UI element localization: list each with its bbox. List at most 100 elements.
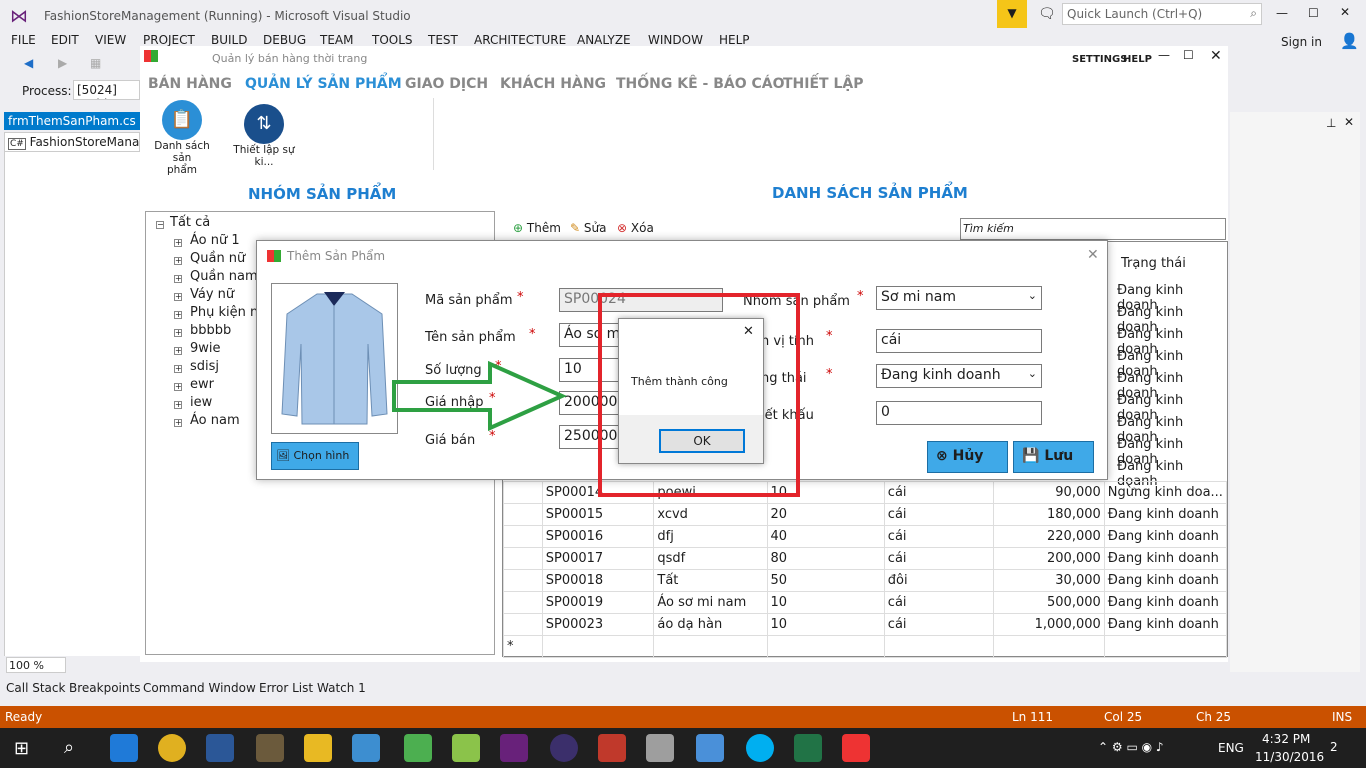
feedback-icon[interactable]: 🗨 (1038, 6, 1056, 22)
table-cell[interactable]: đôi (883, 569, 994, 592)
menu-team[interactable]: TEAM (320, 33, 353, 47)
table-cell[interactable]: 80 (766, 547, 885, 570)
table-cell[interactable] (1103, 635, 1228, 658)
sublime-icon[interactable] (256, 734, 284, 762)
table-cell[interactable]: 90,000 (992, 481, 1105, 504)
forward-icon[interactable]: ▶ (58, 56, 67, 70)
table-cell[interactable]: Đang kinh doanh (1103, 613, 1228, 636)
menu-analyze[interactable]: ANALYZE (577, 33, 631, 47)
tree-item[interactable]: sdisj (190, 359, 219, 374)
delete-action[interactable]: ⊗ Xóa (617, 221, 654, 235)
tab-frmThemSanPham[interactable]: frmThemSanPham.cs (4, 112, 140, 130)
ribbon-product-list-button[interactable]: 📋 Danh sách sản phẩm (144, 100, 220, 176)
table-cell[interactable]: cái (883, 503, 994, 526)
table-cell[interactable] (766, 635, 885, 658)
table-cell[interactable]: cái (883, 525, 994, 548)
settings-link[interactable]: SETTINGS (1072, 54, 1127, 65)
row-header[interactable] (503, 591, 543, 614)
table-cell[interactable]: 10 (766, 613, 885, 636)
app-minimize-button[interactable]: — (1158, 48, 1170, 62)
table-cell[interactable]: Ngừng kinh doa... (1103, 481, 1228, 504)
table-cell[interactable]: 10 (766, 591, 885, 614)
menu-window[interactable]: WINDOW (648, 33, 703, 47)
table-cell[interactable]: Đang kinh doanh (1103, 591, 1228, 614)
menu-build[interactable]: BUILD (211, 33, 247, 47)
row-header[interactable] (503, 503, 543, 526)
app-maximize-button[interactable]: ☐ (1183, 48, 1194, 62)
file-explorer-icon[interactable] (304, 734, 332, 762)
new-row[interactable]: * (503, 635, 1228, 658)
table-cell[interactable]: 220,000 (992, 525, 1105, 548)
eclipse-icon[interactable] (550, 734, 578, 762)
table-row[interactable]: SP00019 Áo sơ mi nam 10 cái 500,000 Đang kinh… (503, 591, 1228, 614)
unit-field[interactable]: cái (876, 329, 1042, 353)
menu-file[interactable]: FILE (11, 33, 36, 47)
excel-icon[interactable] (794, 734, 822, 762)
menu-test[interactable]: TEST (428, 33, 458, 47)
table-row[interactable]: SP00016 dfj 40 cái 220,000 Đang kinh doanh (503, 525, 1228, 548)
app-menu-thong-ke[interactable]: THỐNG KÊ - BÁO CÁO (616, 76, 785, 92)
tab-watch-1[interactable]: Watch 1 (317, 681, 366, 695)
table-row[interactable]: SP00015 xcvd 20 cái 180,000 Đang kinh doanh (503, 503, 1228, 526)
status-cell[interactable]: Đang kinh doanh (1113, 283, 1228, 313)
table-cell[interactable]: SP00023 (541, 613, 655, 636)
tree-item[interactable]: 9wie (190, 341, 221, 356)
solution-dropdown[interactable]: C# FashionStoreManage (4, 132, 140, 152)
tree-expand-icon[interactable]: + (174, 239, 182, 247)
close-button[interactable]: ✕ (1340, 5, 1350, 19)
notification-flag-icon[interactable]: ▼ (997, 0, 1027, 28)
save-button[interactable]: 💾 Lưu (1013, 441, 1094, 473)
clock-date[interactable]: 11/30/2016 (1255, 750, 1324, 764)
tree-item[interactable]: bbbbb (190, 323, 231, 338)
tab-error-list[interactable]: Error List (259, 681, 313, 695)
tree-expand-icon[interactable]: + (174, 275, 182, 283)
tree-item[interactable]: Quần nữ (190, 251, 245, 266)
table-row[interactable]: SP00017 qsdf 80 cái 200,000 Đang kinh doanh (503, 547, 1228, 570)
menu-project[interactable]: PROJECT (143, 33, 195, 47)
tree-item-all[interactable]: Tất cả (170, 215, 210, 230)
discount-field[interactable]: 0 (876, 401, 1042, 425)
table-cell[interactable]: áo dạ hàn (653, 613, 768, 636)
tree-item[interactable]: Váy nữ (190, 287, 234, 302)
app-icon[interactable] (352, 734, 380, 762)
tree-item[interactable]: Quần nam (190, 269, 258, 284)
group-select[interactable]: Sơ mi nam ⌄ (876, 286, 1042, 310)
zoom-select[interactable]: 100 % (6, 657, 66, 673)
row-header[interactable] (503, 569, 543, 592)
cancel-button[interactable]: ⊗ Hủy (927, 441, 1008, 473)
minimize-button[interactable]: — (1276, 6, 1288, 20)
table-cell[interactable]: dfj (653, 525, 768, 548)
table-cell[interactable]: xcvd (653, 503, 768, 526)
status-cell[interactable]: Đang kinh doanh (1113, 437, 1228, 467)
tree-item[interactable]: Áo nam (190, 413, 240, 428)
table-cell[interactable]: cái (883, 481, 994, 504)
app-menu-giao-dich[interactable]: GIAO DỊCH (405, 76, 488, 92)
running-app-icon[interactable] (842, 734, 870, 762)
menu-debug[interactable]: DEBUG (263, 33, 306, 47)
paint-icon[interactable] (696, 734, 724, 762)
table-cell[interactable] (883, 635, 994, 658)
tab-breakpoints[interactable]: Breakpoints (69, 681, 140, 695)
row-header[interactable] (503, 525, 543, 548)
tree-item[interactable]: Phụ kiện nữ (190, 305, 266, 320)
table-cell[interactable]: 1,000,000 (992, 613, 1105, 636)
tree-expand-icon[interactable]: + (174, 311, 182, 319)
edge-icon[interactable] (110, 734, 138, 762)
app-menu-khach-hang[interactable]: KHÁCH HÀNG (500, 76, 606, 92)
table-cell[interactable]: SP00018 (541, 569, 655, 592)
app-close-button[interactable]: ✕ (1210, 48, 1222, 64)
table-cell[interactable]: Đang kinh doanh (1103, 525, 1228, 548)
tree-expand-icon[interactable]: + (174, 347, 182, 355)
status-cell[interactable]: Đang kinh doanh (1113, 415, 1228, 445)
table-cell[interactable]: Tất (653, 569, 768, 592)
notification-count[interactable]: 2 (1330, 740, 1338, 754)
maximize-button[interactable]: ☐ (1308, 6, 1319, 20)
sign-in-link[interactable]: Sign in (1281, 35, 1322, 49)
table-cell[interactable]: 200,000 (992, 547, 1105, 570)
app-menu-quan-ly-san-pham[interactable]: QUẢN LÝ SẢN PHẨM (245, 76, 402, 92)
dialog-close-icon[interactable]: ✕ (1087, 247, 1099, 263)
clock-time[interactable]: 4:32 PM (1262, 732, 1310, 746)
app-menu-thiet-lap[interactable]: THIẾT LẬP (783, 76, 863, 92)
table-row[interactable]: SP00023 áo dạ hàn 10 cái 1,000,000 Đang kinh … (503, 613, 1228, 636)
quick-launch-input[interactable]: Quick Launch (Ctrl+Q) ⌕ (1062, 3, 1262, 25)
